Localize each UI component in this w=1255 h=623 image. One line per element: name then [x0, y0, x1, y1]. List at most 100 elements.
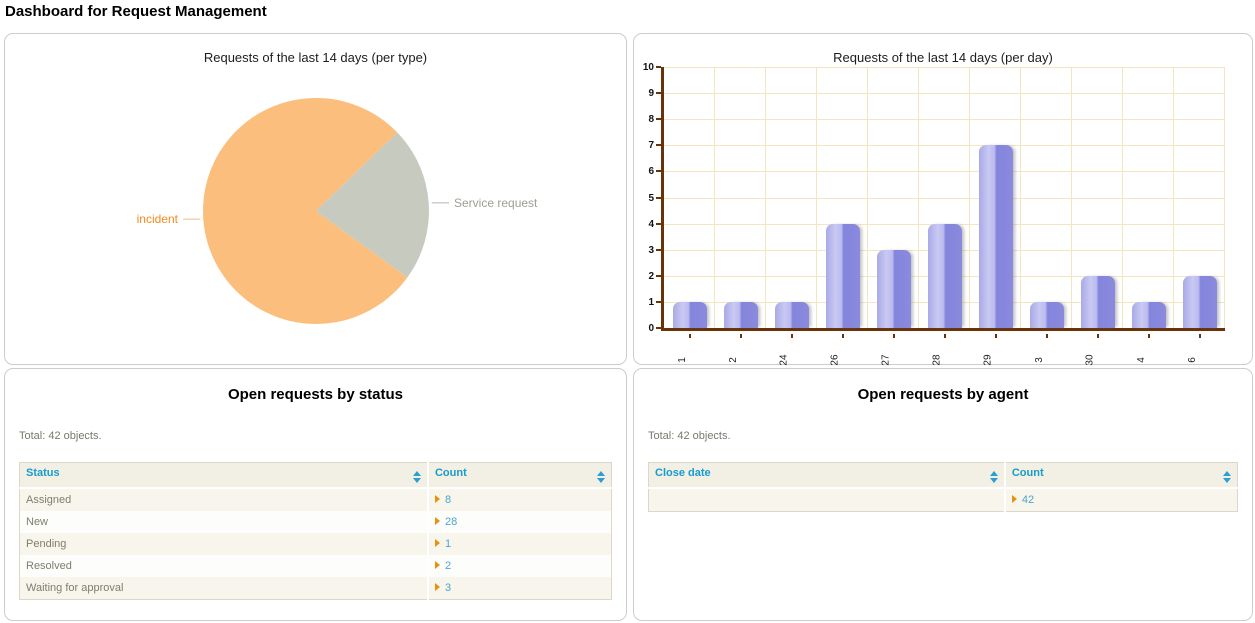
count-link[interactable]: 1	[445, 538, 451, 550]
table-row: Pending 1	[20, 533, 612, 555]
status-column-label: Status	[26, 467, 60, 479]
x-axis-tick	[791, 334, 793, 338]
bar-day-28[interactable]	[928, 224, 962, 328]
close-date-cell	[649, 488, 1005, 512]
y-axis-tick	[656, 170, 661, 172]
bar-chart-plot-area: 01234567891012242627282933046	[661, 67, 1225, 331]
gridline-vertical	[918, 67, 919, 328]
status-column-header[interactable]: Status	[20, 463, 428, 489]
bar-day-27[interactable]	[877, 250, 911, 328]
sort-icon[interactable]	[1223, 471, 1231, 483]
panel-open-requests-by-status: Open requests by status Total: 42 object…	[4, 368, 627, 621]
x-axis-tick	[1199, 334, 1201, 338]
close-date-column-header[interactable]: Close date	[649, 463, 1005, 489]
table-row: 42	[649, 488, 1238, 512]
panel-requests-per-type: Requests of the last 14 days (per type) …	[4, 33, 627, 365]
panel-requests-per-day: Requests of the last 14 days (per day) 0…	[633, 33, 1253, 365]
count-cell: 3	[428, 577, 612, 600]
close-date-column-label: Close date	[655, 467, 711, 479]
bar-day-30[interactable]	[1081, 276, 1115, 328]
bar-day-2[interactable]	[724, 302, 758, 328]
sort-icon[interactable]	[990, 471, 998, 483]
y-axis-tick	[656, 327, 661, 329]
bar-day-4[interactable]	[1132, 302, 1166, 328]
x-axis-tick	[1046, 334, 1048, 338]
count-column-label: Count	[435, 467, 467, 479]
count-column-header[interactable]: Count	[428, 463, 612, 489]
bar-day-29[interactable]	[979, 145, 1013, 328]
count-cell: 1	[428, 533, 612, 555]
status-cell: Pending	[20, 533, 428, 555]
y-axis-tick	[656, 66, 661, 68]
x-axis-tick	[1148, 334, 1150, 338]
bar-day-6[interactable]	[1183, 276, 1217, 328]
dashboard: Dashboard for Request Management Request…	[0, 0, 1255, 623]
status-cell: Assigned	[20, 488, 428, 511]
y-axis-label: 9	[632, 88, 654, 99]
table-row: New 28	[20, 511, 612, 533]
gridline-vertical	[867, 67, 868, 328]
gridline-vertical	[1173, 67, 1174, 328]
y-axis-label: 7	[632, 140, 654, 151]
y-axis-tick	[656, 197, 661, 199]
count-link[interactable]: 2	[445, 560, 451, 572]
count-cell: 8	[428, 488, 612, 511]
y-axis-tick	[656, 144, 661, 146]
pie-label-incident: incident	[137, 212, 179, 226]
agent-table: Close date Count 42	[648, 462, 1238, 512]
gridline-horizontal	[664, 119, 1225, 120]
drilldown-arrow-icon	[435, 583, 440, 591]
y-axis-tick	[656, 301, 661, 303]
x-axis-tick	[740, 334, 742, 338]
sort-icon[interactable]	[597, 471, 605, 483]
gridline-horizontal	[664, 93, 1225, 94]
gridline-horizontal	[664, 198, 1225, 199]
count-cell: 2	[428, 555, 612, 577]
bar-day-26[interactable]	[826, 224, 860, 328]
status-section-title: Open requests by status	[5, 386, 626, 403]
y-axis-tick	[656, 118, 661, 120]
x-axis-tick	[893, 334, 895, 338]
agent-table-header-row: Close date Count	[649, 463, 1238, 489]
status-cell: New	[20, 511, 428, 533]
status-cell: Resolved	[20, 555, 428, 577]
drilldown-arrow-icon	[435, 495, 440, 503]
y-axis-tick	[656, 275, 661, 277]
gridline-horizontal	[664, 67, 1225, 68]
agent-section-title: Open requests by agent	[634, 386, 1252, 403]
count-link[interactable]: 8	[445, 494, 451, 506]
status-table-header-row: Status Count	[20, 463, 612, 489]
table-row: Resolved 2	[20, 555, 612, 577]
bar-day-1[interactable]	[673, 302, 707, 328]
y-axis-label: 5	[632, 193, 654, 204]
table-row: Waiting for approval 3	[20, 577, 612, 600]
y-axis-label: 4	[632, 219, 654, 230]
x-axis-tick	[944, 334, 946, 338]
gridline-vertical	[969, 67, 970, 328]
count-link[interactable]: 28	[445, 516, 457, 528]
x-axis-tick	[995, 334, 997, 338]
drilldown-arrow-icon	[435, 539, 440, 547]
y-axis-label: 2	[632, 271, 654, 282]
bar-day-24[interactable]	[775, 302, 809, 328]
count-link[interactable]: 3	[445, 582, 451, 594]
y-axis-label: 0	[632, 323, 654, 334]
pie-label-service-request: Service request	[454, 196, 538, 210]
agent-total-count: Total: 42 objects.	[648, 430, 1238, 442]
drilldown-arrow-icon	[435, 517, 440, 525]
x-axis-tick	[842, 334, 844, 338]
y-axis-label: 3	[632, 245, 654, 256]
count-cell: 42	[1005, 488, 1238, 512]
bar-chart-title: Requests of the last 14 days (per day)	[634, 50, 1252, 65]
gridline-vertical	[1122, 67, 1123, 328]
y-axis-tick	[656, 249, 661, 251]
status-cell: Waiting for approval	[20, 577, 428, 600]
bar-day-3[interactable]	[1030, 302, 1064, 328]
y-axis-label: 8	[632, 114, 654, 125]
count-link[interactable]: 42	[1022, 494, 1034, 506]
sort-icon[interactable]	[413, 471, 421, 483]
y-axis-tick	[656, 223, 661, 225]
gridline-vertical	[714, 67, 715, 328]
count-column-header[interactable]: Count	[1005, 463, 1238, 489]
gridline-vertical	[1071, 67, 1072, 328]
